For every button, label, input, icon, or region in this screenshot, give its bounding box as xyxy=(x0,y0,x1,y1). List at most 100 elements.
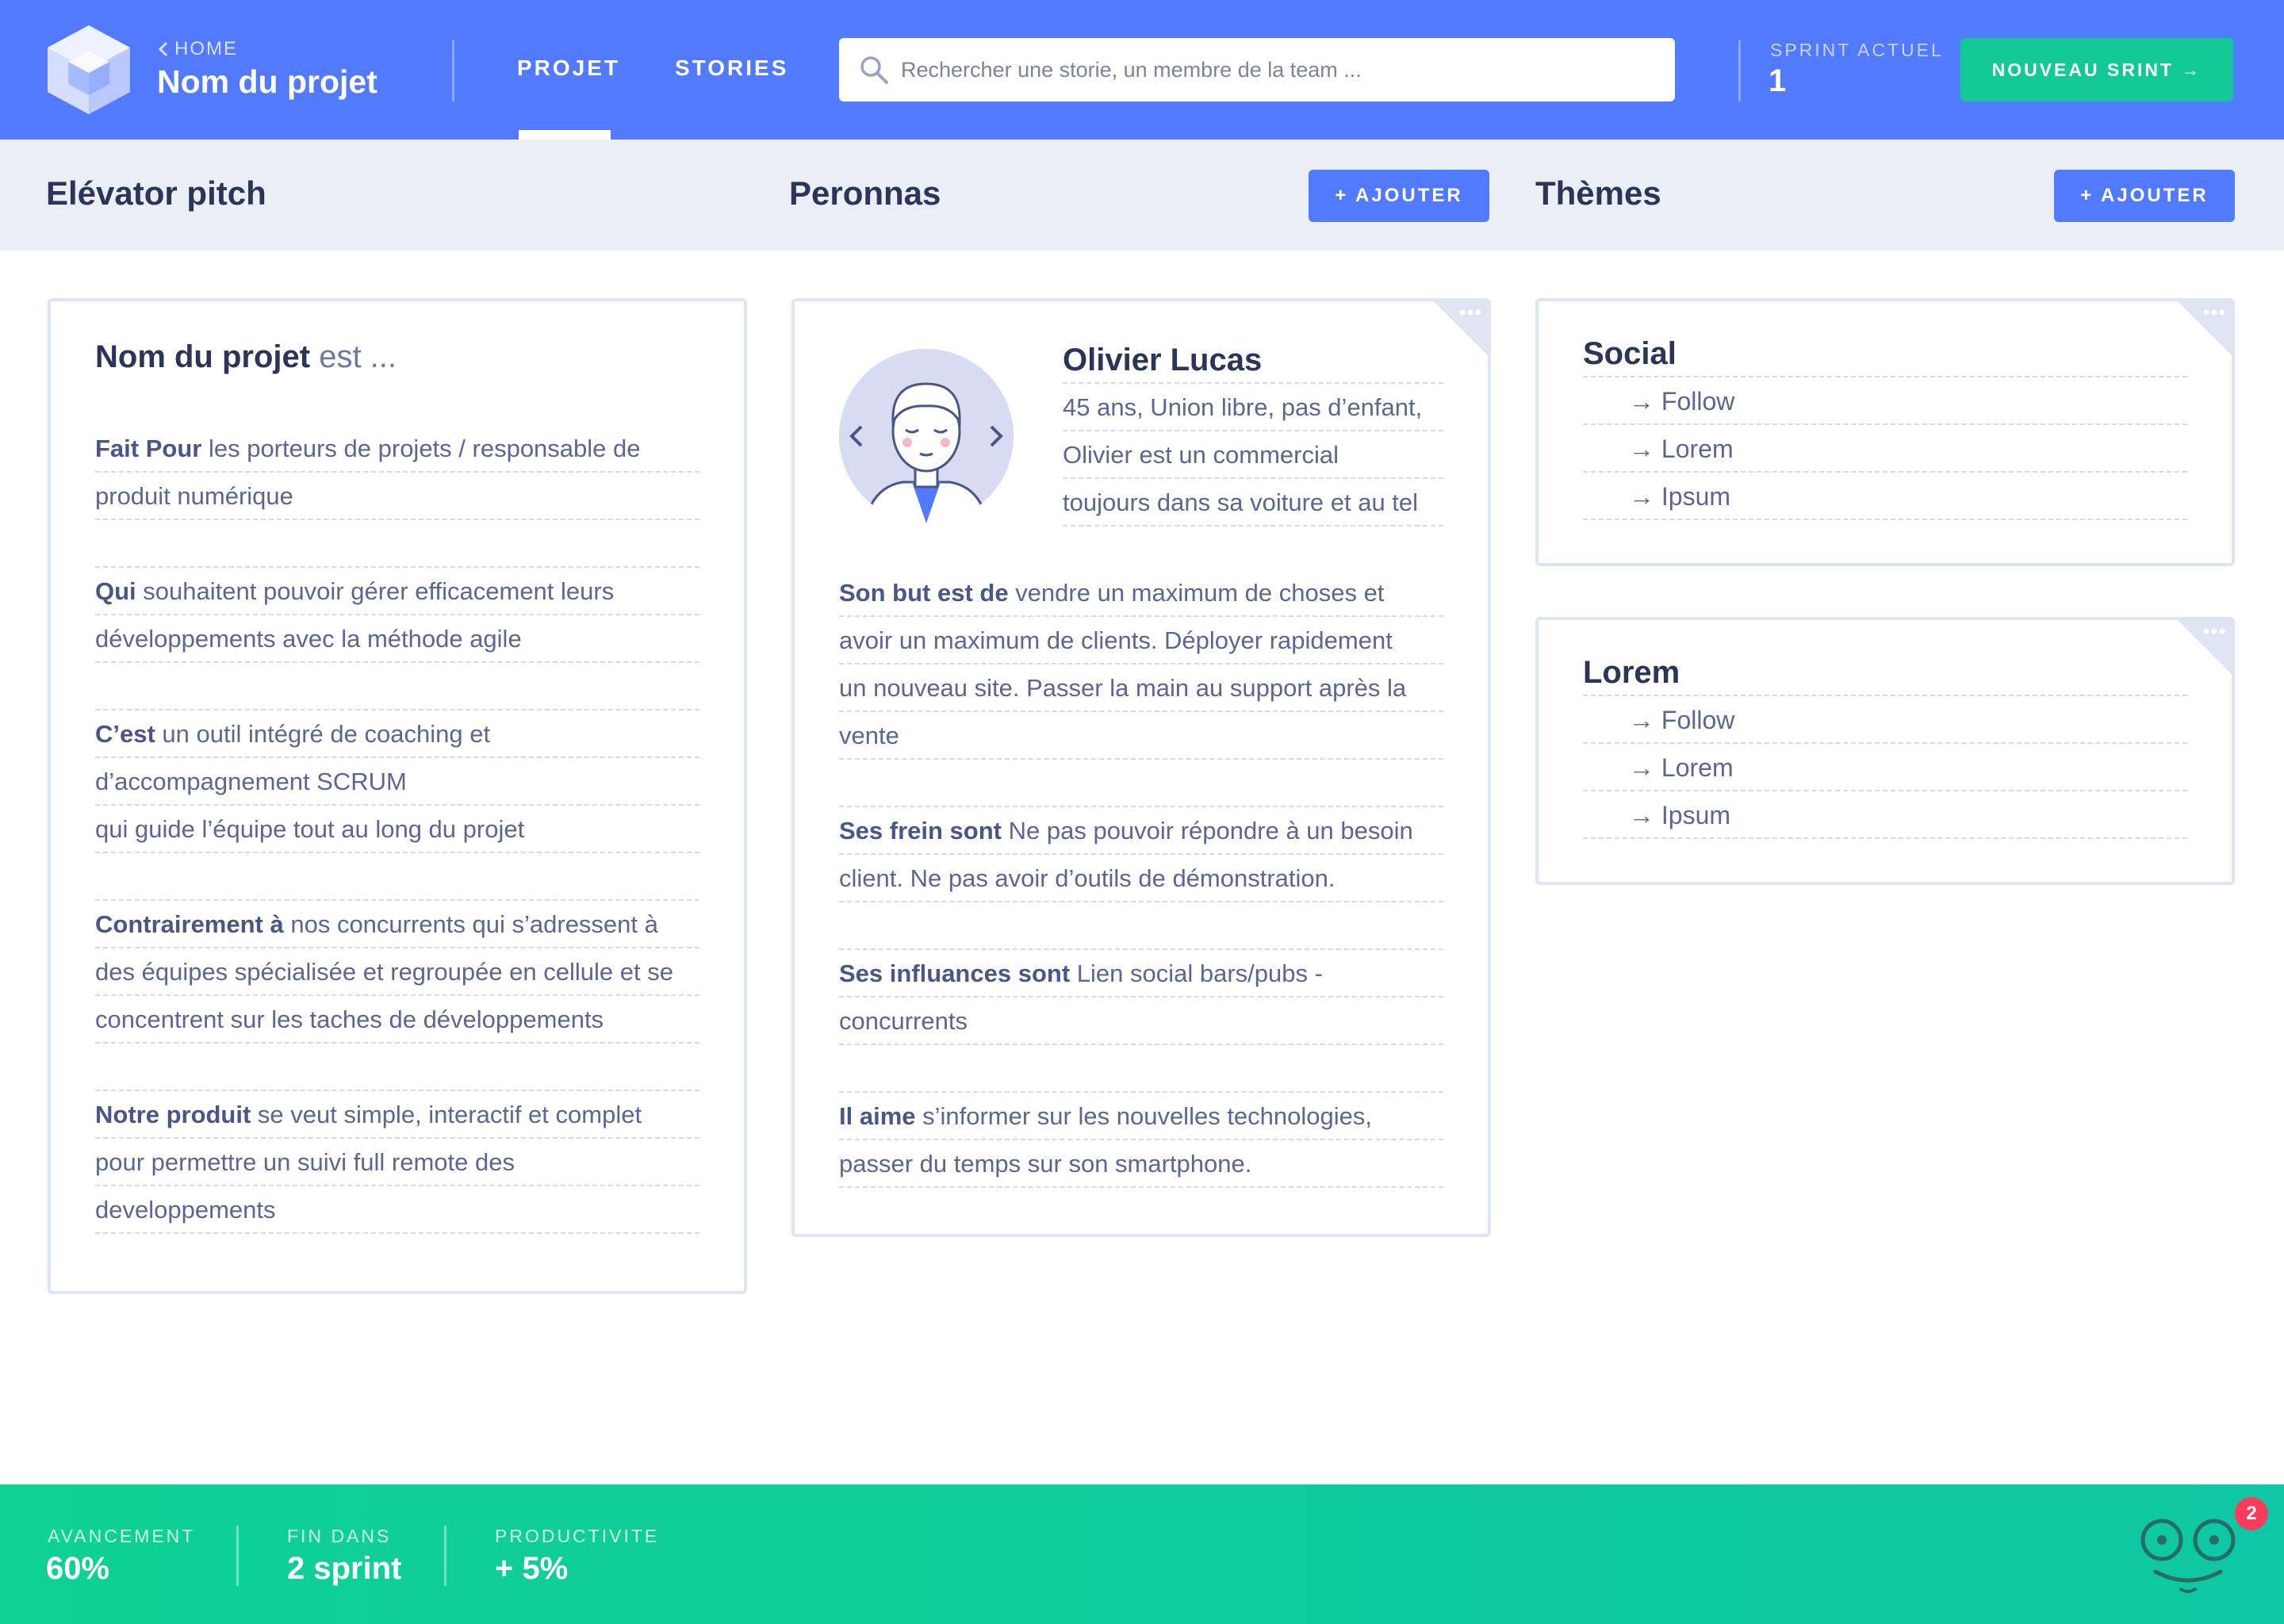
persona-line-emphasis: Ses frein sont xyxy=(839,817,1002,845)
theme-card[interactable]: Social → Follow → Lorem → Ipsum xyxy=(1535,298,2235,566)
home-link[interactable]: HOME xyxy=(157,38,238,60)
persona-intro-line[interactable]: toujours dans sa voiture et au tel xyxy=(1063,479,1443,527)
pitch-line[interactable]: Contrairement à nos concurrents qui s’ad… xyxy=(95,901,699,948)
persona-intro-line[interactable]: Olivier est un commercial xyxy=(1063,431,1443,479)
add-persona-button[interactable]: + AJOUTER xyxy=(1309,170,1489,222)
pitch-line[interactable]: qui guide l’équipe tout au long du proje… xyxy=(95,806,699,853)
pitch-line-text: concentrent sur les taches de développem… xyxy=(95,1005,604,1033)
pitch-line[interactable]: Notre produit se veut simple, interactif… xyxy=(95,1091,699,1139)
pitch-line-text: les porteurs de projets / responsable de xyxy=(201,435,641,462)
end-in-value: 2 sprint xyxy=(287,1551,402,1586)
persona-line-text: Lien social bars/pubs - xyxy=(1070,959,1323,987)
current-sprint-value: 1 xyxy=(1769,63,1787,98)
mascot-icon[interactable] xyxy=(2138,1507,2241,1610)
theme-item[interactable]: → Ipsum xyxy=(1583,791,2187,839)
pitch-line[interactable]: Fait Pour les porteurs de projets / resp… xyxy=(95,425,699,473)
pitch-line-text: d’accompagnement SCRUM xyxy=(95,768,407,795)
persona-line-emphasis: Son but est de xyxy=(839,579,1009,607)
pitch-line-text: souhaitent pouvoir gérer efficacement le… xyxy=(136,577,615,605)
persona-line[interactable]: Ses influances sont Lien social bars/pub… xyxy=(839,950,1443,998)
theme-card[interactable]: Lorem → Follow → Lorem → Ipsum xyxy=(1535,617,2235,885)
persona-line[interactable]: Son but est de vendre un maximum de chos… xyxy=(839,569,1443,617)
pitch-heading: Nom du projet est ... xyxy=(95,339,397,375)
pitch-line[interactable]: pour permettre un suivi full remote des xyxy=(95,1139,699,1186)
end-in-label: FIN DANS xyxy=(287,1526,392,1546)
pitch-heading-project: Nom du projet xyxy=(95,339,311,374)
productivity-label: PRODUCTIVITE xyxy=(495,1526,660,1546)
theme-item[interactable]: → Ipsum xyxy=(1583,473,2187,520)
persona-intro-line[interactable]: 45 ans, Union libre, pas d’enfant, xyxy=(1063,384,1443,431)
persona-line-text: s’informer sur les nouvelles technologie… xyxy=(915,1102,1372,1130)
new-sprint-button[interactable]: NOUVEAU SRINT → xyxy=(1960,38,2233,102)
persona-name: Olivier Lucas xyxy=(1063,336,1443,384)
pitch-line[interactable] xyxy=(95,1044,699,1091)
persona-line[interactable] xyxy=(839,902,1443,950)
header-divider xyxy=(1738,40,1741,102)
persona-line-text: un nouveau site. Passer la main au suppo… xyxy=(839,674,1407,702)
notification-badge[interactable]: 2 xyxy=(2235,1497,2268,1530)
pitch-line-emphasis: Notre produit xyxy=(95,1101,251,1128)
persona-line[interactable]: client. Ne pas avoir d’outils de démonst… xyxy=(839,855,1443,902)
pitch-line-text: nos concurrents qui s’adressent à xyxy=(283,910,658,938)
theme-title: Social xyxy=(1583,330,2187,377)
footer-divider xyxy=(236,1526,239,1586)
persona-line[interactable]: avoir un maximum de clients. Déployer ra… xyxy=(839,617,1443,665)
persona-line-text: client. Ne pas avoir d’outils de démonst… xyxy=(839,864,1336,892)
persona-line[interactable] xyxy=(839,760,1443,807)
pitch-line[interactable]: concentrent sur les taches de développem… xyxy=(95,996,699,1044)
pitch-line[interactable]: C’est un outil intégré de coaching et xyxy=(95,710,699,758)
pitch-line[interactable] xyxy=(95,663,699,710)
section-header-bar xyxy=(0,140,2284,251)
themes-section-title: Thèmes xyxy=(1535,174,1661,212)
pitch-line[interactable]: d’accompagnement SCRUM xyxy=(95,758,699,806)
persona-line[interactable]: passer du temps sur son smartphone. xyxy=(839,1140,1443,1188)
persona-line[interactable]: un nouveau site. Passer la main au suppo… xyxy=(839,665,1443,712)
theme-item[interactable]: → Lorem xyxy=(1583,744,2187,791)
chevron-left-icon xyxy=(158,41,168,57)
persona-line[interactable]: vente xyxy=(839,712,1443,760)
pitch-line-text: qui guide l’équipe tout au long du proje… xyxy=(95,815,525,843)
logo-cube-icon[interactable] xyxy=(44,24,133,116)
persona-line[interactable]: Il aime s’informer sur les nouvelles tec… xyxy=(839,1093,1443,1140)
pitch-line[interactable]: Qui souhaitent pouvoir gérer efficacemen… xyxy=(95,568,699,615)
theme-item[interactable]: → Lorem xyxy=(1583,425,2187,473)
persona-line-text: Ne pas pouvoir répondre à un besoin xyxy=(1002,817,1413,845)
progress-label: AVANCEMENT xyxy=(48,1526,196,1546)
tab-stories[interactable]: STORIES xyxy=(675,56,788,81)
header-divider xyxy=(452,40,454,102)
current-sprint-label: SPRINT ACTUEL xyxy=(1770,40,1944,60)
add-theme-button[interactable]: + AJOUTER xyxy=(2054,170,2235,222)
pitch-section-title: Elévator pitch xyxy=(46,174,266,212)
search-bar[interactable] xyxy=(839,38,1675,102)
pitch-line-text: un outil intégré de coaching et xyxy=(155,720,491,748)
theme-item[interactable]: → Follow xyxy=(1583,377,2187,425)
pitch-line-text: produit numérique xyxy=(95,482,293,510)
theme-title: Lorem xyxy=(1583,649,2187,696)
pitch-line[interactable]: produit numérique xyxy=(95,473,699,520)
home-label: HOME xyxy=(174,38,238,59)
footer-divider xyxy=(444,1526,446,1586)
persona-line-emphasis: Ses influances sont xyxy=(839,959,1071,987)
persona-line-text: vendre un maximum de choses et xyxy=(1008,579,1385,607)
pitch-line[interactable] xyxy=(95,520,699,568)
search-input[interactable] xyxy=(901,57,1646,82)
pitch-line-emphasis: C’est xyxy=(95,720,155,748)
persona-line[interactable]: Ses frein sont Ne pas pouvoir répondre à… xyxy=(839,807,1443,855)
productivity-value: + 5% xyxy=(495,1551,569,1586)
persona-line-text: concurrents xyxy=(839,1007,968,1035)
pitch-line-text: développements avec la méthode agile xyxy=(95,625,522,653)
tab-projet[interactable]: PROJET xyxy=(517,56,620,81)
pitch-line[interactable]: des équipes spécialisée et regroupée en … xyxy=(95,948,699,996)
pitch-line[interactable]: developpements xyxy=(95,1186,699,1234)
pitch-line[interactable]: développements avec la méthode agile xyxy=(95,615,699,663)
pitch-line-emphasis: Qui xyxy=(95,577,136,605)
persona-avatar xyxy=(839,349,1014,523)
active-tab-indicator xyxy=(519,130,611,140)
theme-item[interactable]: → Follow xyxy=(1583,696,2187,744)
persona-line-text: avoir un maximum de clients. Déployer ra… xyxy=(839,626,1393,654)
pitch-line[interactable] xyxy=(95,853,699,901)
persona-line[interactable]: concurrents xyxy=(839,998,1443,1045)
persona-line[interactable] xyxy=(839,1045,1443,1093)
progress-value: 60% xyxy=(46,1551,110,1586)
persona-card[interactable]: Olivier Lucas 45 ans, Union libre, pas d… xyxy=(791,298,1491,1237)
